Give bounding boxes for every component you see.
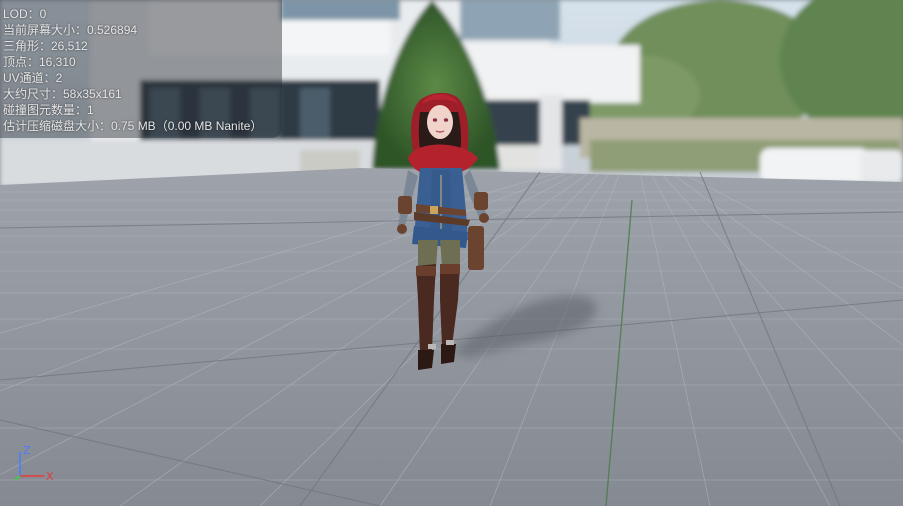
stat-triangles: 三角形：26,512 (3, 39, 88, 53)
editor-viewport[interactable]: LOD：0 当前屏幕大小：0.526894 三角形：26,512 顶点：16,3… (0, 0, 903, 506)
axis-z-label: Z (23, 444, 31, 457)
stat-uv-channels: UV通道：2 (3, 71, 63, 85)
stat-screen-size: 当前屏幕大小：0.526894 (3, 23, 138, 37)
stat-disk-size: 估计压缩磁盘大小：0.75 MB（0.00 MB Nanite） (3, 119, 263, 133)
axis-gizmo: Z X (10, 444, 60, 488)
stat-lod: LOD：0 (3, 7, 47, 21)
mesh-stats-overlay: LOD：0 当前屏幕大小：0.526894 三角形：26,512 顶点：16,3… (0, 0, 282, 138)
stat-vertices: 顶点：16,310 (3, 55, 76, 69)
axis-x-label: X (46, 470, 54, 483)
stat-approx-size: 大约尺寸：58x35x161 (3, 87, 122, 101)
stat-collision-primitives: 碰撞图元数量：1 (3, 103, 94, 117)
